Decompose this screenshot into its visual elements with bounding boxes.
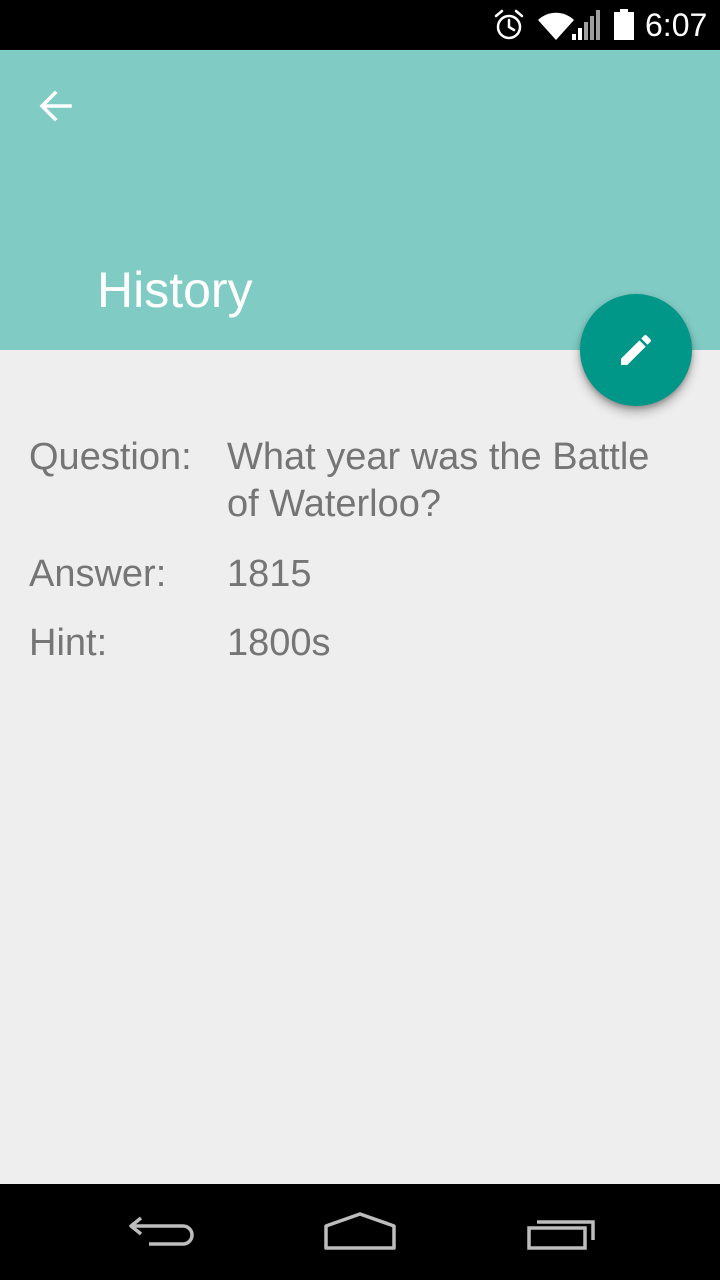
answer-value: 1815 [227,553,312,595]
nav-recents-button[interactable] [512,1202,612,1262]
navigation-bar [0,1184,720,1280]
nav-home-button[interactable] [310,1202,410,1262]
battery-icon [614,9,634,40]
back-button[interactable] [28,78,84,134]
nav-recents-icon [527,1220,595,1250]
question-value: What year was the Battle of Waterloo? [227,436,650,525]
status-clock: 6:07 [645,7,708,43]
page-title: History [97,262,253,318]
nav-home-icon [324,1212,396,1250]
answer-row: Answer: 1815 [29,551,689,598]
hint-value: 1800s [227,622,331,664]
answer-label: Answer: [29,553,167,595]
nav-back-button[interactable] [110,1202,210,1262]
alarm-icon [494,9,524,40]
arrow-back-icon [39,90,72,122]
signal-icon [572,10,600,40]
question-label: Question: [29,436,192,478]
question-row: Question: What year was the Battle of Wa… [29,434,689,530]
card-details: Question: What year was the Battle of Wa… [0,350,720,1184]
hint-row: Hint: 1800s [29,620,689,667]
screen: 6:07 History Question: What year was the… [0,0,720,1280]
nav-back-icon [129,1216,194,1246]
status-bar: 6:07 [0,0,720,50]
hint-label: Hint: [29,622,108,664]
